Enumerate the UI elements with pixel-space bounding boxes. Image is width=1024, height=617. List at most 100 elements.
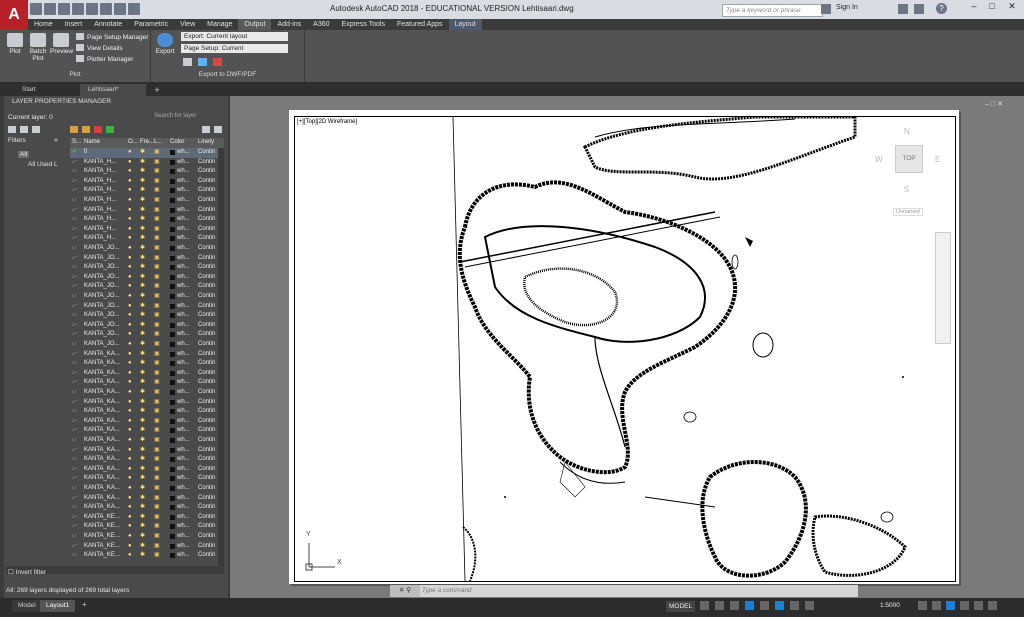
lock-icon[interactable]: ▣ [154,263,160,273]
lightbulb-icon[interactable]: ● [128,263,132,273]
object-snap-icon[interactable] [775,601,784,610]
viewcube[interactable]: N S E W TOP [875,125,945,195]
ribbon-tab-manage[interactable]: Manage [201,19,238,30]
lock-icon[interactable]: ▣ [154,455,160,465]
sun-icon[interactable]: ✱ [140,302,145,312]
sun-icon[interactable]: ✱ [140,234,145,244]
color-swatch[interactable] [170,457,175,463]
lock-icon[interactable]: ▣ [154,254,160,264]
status-icon[interactable]: ▱ [72,254,77,264]
layer-row[interactable]: ▱ KANTA_KA... ● ✱ ▣ wh... Contin [70,398,224,408]
lock-icon[interactable]: ▣ [154,494,160,504]
status-icon[interactable]: ▱ [72,186,77,196]
dwf-icon[interactable] [198,58,207,66]
layer-row[interactable]: ▱ KANTA_KA... ● ✱ ▣ wh... Contin [70,407,224,417]
layer-row[interactable]: ▱ KANTA_H... ● ✱ ▣ wh... Contin [70,186,224,196]
lock-icon[interactable]: ▣ [154,330,160,340]
status-icon[interactable]: ▱ [72,273,77,283]
redo-icon[interactable] [128,3,140,15]
layer-row[interactable]: ▱ KANTA_H... ● ✱ ▣ wh... Contin [70,177,224,187]
ribbon-tab-featured-apps[interactable]: Featured Apps [391,19,449,30]
column-header[interactable]: L... [154,138,162,148]
page-setup-manager-button[interactable]: Page Setup Manager [76,32,150,43]
sun-icon[interactable]: ✱ [140,532,145,542]
layer-row[interactable]: ▱ KANTA_KA... ● ✱ ▣ wh... Contin [70,455,224,465]
sun-icon[interactable]: ✱ [140,551,145,561]
column-header[interactable]: Linety [198,138,214,148]
ortho-icon[interactable] [730,601,739,610]
color-swatch[interactable] [170,207,175,213]
layer-row[interactable]: ▱ KANTA_JO... ● ✱ ▣ wh... Contin [70,282,224,292]
color-swatch[interactable] [170,390,175,395]
lock-icon[interactable]: ▣ [154,359,160,369]
color-swatch[interactable] [170,543,175,549]
help-button[interactable]: ? [936,3,947,14]
color-swatch[interactable] [170,159,175,165]
lock-icon[interactable]: ▣ [154,407,160,417]
lightbulb-icon[interactable]: ● [128,273,132,283]
layer-row[interactable]: ▱ KANTA_KA... ● ✱ ▣ wh... Contin [70,503,224,513]
status-icon[interactable]: ▱ [72,292,77,302]
model-space-toggle[interactable]: MODEL [666,601,696,612]
status-icon[interactable]: ▱ [72,532,77,542]
lightbulb-icon[interactable]: ● [128,148,132,158]
lightbulb-icon[interactable]: ● [128,436,132,446]
lock-icon[interactable]: ▣ [154,244,160,254]
lock-icon[interactable]: ▣ [154,474,160,484]
lightbulb-icon[interactable]: ● [128,225,132,235]
status-icon[interactable]: ▱ [72,196,77,206]
color-swatch[interactable] [170,505,175,511]
lock-icon[interactable]: ▣ [154,311,160,321]
lock-icon[interactable]: ▣ [154,350,160,360]
lock-icon[interactable]: ▣ [154,167,160,177]
sun-icon[interactable]: ✱ [140,417,145,427]
lightbulb-icon[interactable]: ● [128,292,132,302]
close-button[interactable]: ✕ [1004,0,1020,14]
lightbulb-icon[interactable]: ● [128,177,132,187]
status-icon[interactable]: ▱ [72,244,77,254]
save-icon[interactable] [58,3,70,15]
column-header[interactable]: S... [72,138,81,148]
lightbulb-icon[interactable]: ● [128,494,132,504]
lock-icon[interactable]: ▣ [154,148,160,158]
navigation-bar[interactable] [935,232,951,344]
status-icon[interactable]: ▱ [72,542,77,552]
status-icon[interactable]: ▱ [72,282,77,292]
viewcube-north[interactable]: N [904,127,910,136]
color-swatch[interactable] [170,294,175,299]
sun-icon[interactable]: ✱ [140,542,145,552]
tab-layout1[interactable]: Layout1 [40,600,76,612]
sun-icon[interactable]: ✱ [140,436,145,446]
lightbulb-icon[interactable]: ● [128,378,132,388]
lightbulb-icon[interactable]: ● [128,465,132,475]
set-current-icon[interactable] [106,126,114,133]
status-icon[interactable]: ▱ [72,311,77,321]
viewcube-east[interactable]: E [935,155,940,164]
lock-icon[interactable]: ▣ [154,321,160,331]
grid-icon[interactable] [700,601,709,610]
plot-icon[interactable] [100,3,112,15]
viewcube-south[interactable]: S [904,185,909,194]
sun-icon[interactable]: ✱ [140,158,145,168]
sun-icon[interactable]: ✱ [140,225,145,235]
lightbulb-icon[interactable]: ● [128,167,132,177]
layer-row[interactable]: ▱ KANTA_H... ● ✱ ▣ wh... Contin [70,234,224,244]
color-swatch[interactable] [170,351,175,357]
lightbulb-icon[interactable]: ● [128,350,132,360]
sun-icon[interactable]: ✱ [140,407,145,417]
color-swatch[interactable] [170,322,175,328]
settings-icon[interactable] [214,126,222,133]
lightbulb-icon[interactable]: ● [128,158,132,168]
lock-icon[interactable]: ▣ [154,542,160,552]
gear-icon[interactable] [918,601,927,610]
status-icon[interactable]: ▱ [72,455,77,465]
lightbulb-icon[interactable]: ● [128,417,132,427]
lightbulb-icon[interactable]: ● [128,532,132,542]
lightbulb-icon[interactable]: ● [128,196,132,206]
layer-row[interactable]: ▱ KANTA_KA... ● ✱ ▣ wh... Contin [70,446,224,456]
undo-icon[interactable] [114,3,126,15]
lightbulb-icon[interactable]: ● [128,484,132,494]
batch-plot-button[interactable]: Batch Plot [27,33,49,62]
lock-icon[interactable]: ▣ [154,234,160,244]
viewcube-top-face[interactable]: TOP [895,145,923,173]
